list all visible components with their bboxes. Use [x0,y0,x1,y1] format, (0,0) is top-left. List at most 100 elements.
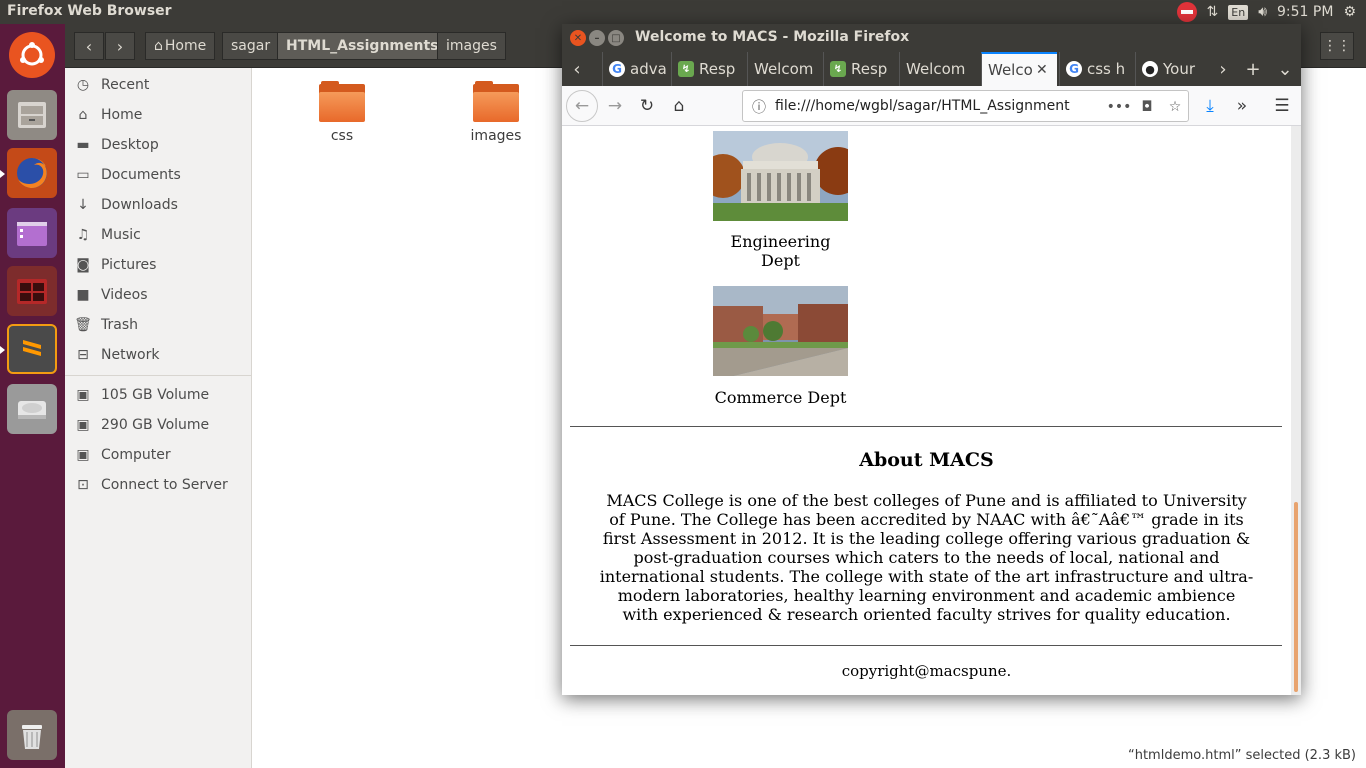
reload-icon: ↻ [639,96,655,116]
minimize-window-button[interactable]: – [589,30,605,46]
trash-icon: 🗑︎ [74,317,92,333]
sidebar-item-documents[interactable]: ▭ Documents [65,160,251,190]
sidebar-item-home[interactable]: ⌂ Home [65,100,251,130]
chevron-right-icon: › [1219,58,1227,80]
info-icon[interactable]: ⓘ [749,97,769,117]
folder-css[interactable]: css [292,81,392,144]
server-icon: ⊡ [77,477,89,493]
trash-icon[interactable] [7,710,57,760]
back-button[interactable]: ← [566,90,598,122]
sidebar-item-290gb-volume[interactable]: ▣ 290 GB Volume [65,410,251,440]
clock-icon: ◷ [76,77,90,93]
forward-button[interactable]: › [105,32,135,60]
sidebar-item-desktop[interactable]: ▬ Desktop [65,130,251,160]
tab-welcome-active[interactable]: Welco ✕ [981,52,1057,86]
disks-icon[interactable] [7,384,57,434]
url-bar[interactable]: ⓘ file:///home/wgbl/sagar/HTML_Assignmen… [742,90,1189,122]
firefox-window: ✕ – □ Welcome to MACS - Mozilla Firefox … [562,24,1301,695]
page-actions-icon[interactable]: ••• [1107,97,1132,117]
minimize-icon: – [594,32,600,44]
tab-responsive-2[interactable]: ↯ Resp [823,52,899,86]
sidebar-item-pictures[interactable]: ◙ Pictures [65,250,251,280]
sublime-text-icon[interactable] [7,324,57,374]
unity-tweak-icon[interactable] [7,208,57,258]
network-transfer-icon[interactable]: ⇅ [1207,0,1219,24]
reload-button[interactable]: ↻ [632,91,662,121]
github-icon: ● [1142,61,1158,77]
overflow-menu-button[interactable]: » [1227,91,1257,121]
engineering-dept-image [713,131,848,221]
plus-icon: + [1245,58,1261,80]
tab-scroll-right-button[interactable]: › [1208,52,1238,86]
volume-icon[interactable]: 🔊︎ [1258,0,1267,24]
tab-advanced[interactable]: Gadva [602,52,671,86]
sidebar-item-videos[interactable]: ■ Videos [65,280,251,310]
breadcrumb-html-assignments[interactable]: HTML_Assignments [277,32,448,60]
downloads-button[interactable]: ⤓ [1195,91,1225,121]
engineering-dept-caption: Engineering Dept [730,232,831,270]
document-icon: ▭ [76,167,90,183]
chevron-left-icon: ‹ [85,36,93,56]
chevron-left-icon: ‹ [573,58,581,80]
network-icon: ⊟ [77,347,89,363]
selection-status: “htmldemo.html” selected (2.3 kB) [1127,748,1356,763]
forward-button[interactable]: → [600,91,630,121]
keyboard-layout-indicator[interactable]: En [1228,0,1249,24]
view-grid-button[interactable]: ⋮⋮ [1320,32,1354,60]
close-tab-icon[interactable]: ✕ [1036,62,1048,78]
hamburger-menu-icon: ☰ [1274,96,1290,116]
sidebar-item-computer[interactable]: ▣ Computer [65,440,251,470]
firefox-icon[interactable] [7,148,57,198]
sidebar-item-trash[interactable]: 🗑︎ Trash [65,310,251,340]
tab-welcome-1[interactable]: Welcom [747,52,823,86]
bookmark-star-icon[interactable]: ☆ [1165,97,1185,117]
sidebar-item-music[interactable]: ♫ Music [65,220,251,250]
home-icon: ⌂ [673,96,685,116]
gear-icon[interactable]: ⚙ [1343,0,1356,24]
breadcrumb-images[interactable]: images [437,32,506,60]
scrollbar-thumb[interactable] [1294,502,1298,692]
firefox-titlebar: ✕ – □ Welcome to MACS - Mozilla Firefox [562,24,1301,52]
drive-icon: ▣ [76,447,90,463]
files-icon[interactable] [7,90,57,140]
new-tab-button[interactable]: + [1238,52,1268,86]
clock[interactable]: 9:51 PM [1277,0,1333,24]
folder-images[interactable]: images [446,81,546,144]
pocket-icon[interactable]: ◘ [1137,97,1157,117]
top-panel: Firefox Web Browser ⇅ En 🔊︎ 9:51 PM ⚙ [0,0,1366,24]
tab-github[interactable]: ● Your [1135,52,1211,86]
sidebar-item-connect-to-server[interactable]: ⊡ Connect to Server [65,470,251,500]
arrow-right-icon: → [607,96,623,116]
breadcrumb-sagar[interactable]: sagar [222,32,280,60]
arrow-left-icon: ← [574,96,590,116]
list-all-tabs-button[interactable]: ⌄ [1270,52,1300,86]
sidebar-item-downloads[interactable]: ↓ Downloads [65,190,251,220]
close-window-button[interactable]: ✕ [570,30,586,46]
url-text[interactable]: file:///home/wgbl/sagar/HTML_Assignment [775,98,1085,114]
sidebar-item-105gb-volume[interactable]: ▣ 105 GB Volume [65,380,251,410]
double-chevron-right-icon: » [1236,96,1248,116]
folder-icon: ▬ [76,137,90,153]
chevron-down-icon: ⌄ [1277,58,1293,80]
page-scrollbar[interactable] [1291,126,1301,695]
sidebar-item-recent[interactable]: ◷ Recent [65,70,251,100]
breadcrumb-home[interactable]: ⌂ Home [145,32,216,60]
tab-welcome-2[interactable]: Welcom [899,52,975,86]
home-button[interactable]: ⌂ [664,91,694,121]
open-menu-button[interactable]: ☰ [1267,91,1297,121]
active-app-title: Firefox Web Browser [7,3,172,19]
horizontal-rule [570,426,1282,427]
maximize-window-button[interactable]: □ [608,30,624,46]
no-entry-icon[interactable] [1176,0,1197,24]
tab-css[interactable]: Gcss h [1059,52,1135,86]
tab-strip: ‹ Gadva ↯ Resp Welcom ↯ Resp Welcom Welco ✕… [562,52,1301,86]
chevron-right-icon: › [116,36,124,56]
tab-scroll-left-button[interactable]: ‹ [562,52,592,86]
sidebar-item-network[interactable]: ⊟ Network [65,340,251,370]
video-icon: ■ [76,287,90,303]
back-button[interactable]: ‹ [74,32,104,60]
ubuntu-dash-icon[interactable] [9,32,55,78]
terminal-icon[interactable] [7,266,57,316]
tab-responsive-1[interactable]: ↯ Resp [671,52,747,86]
close-icon: ✕ [573,32,583,44]
